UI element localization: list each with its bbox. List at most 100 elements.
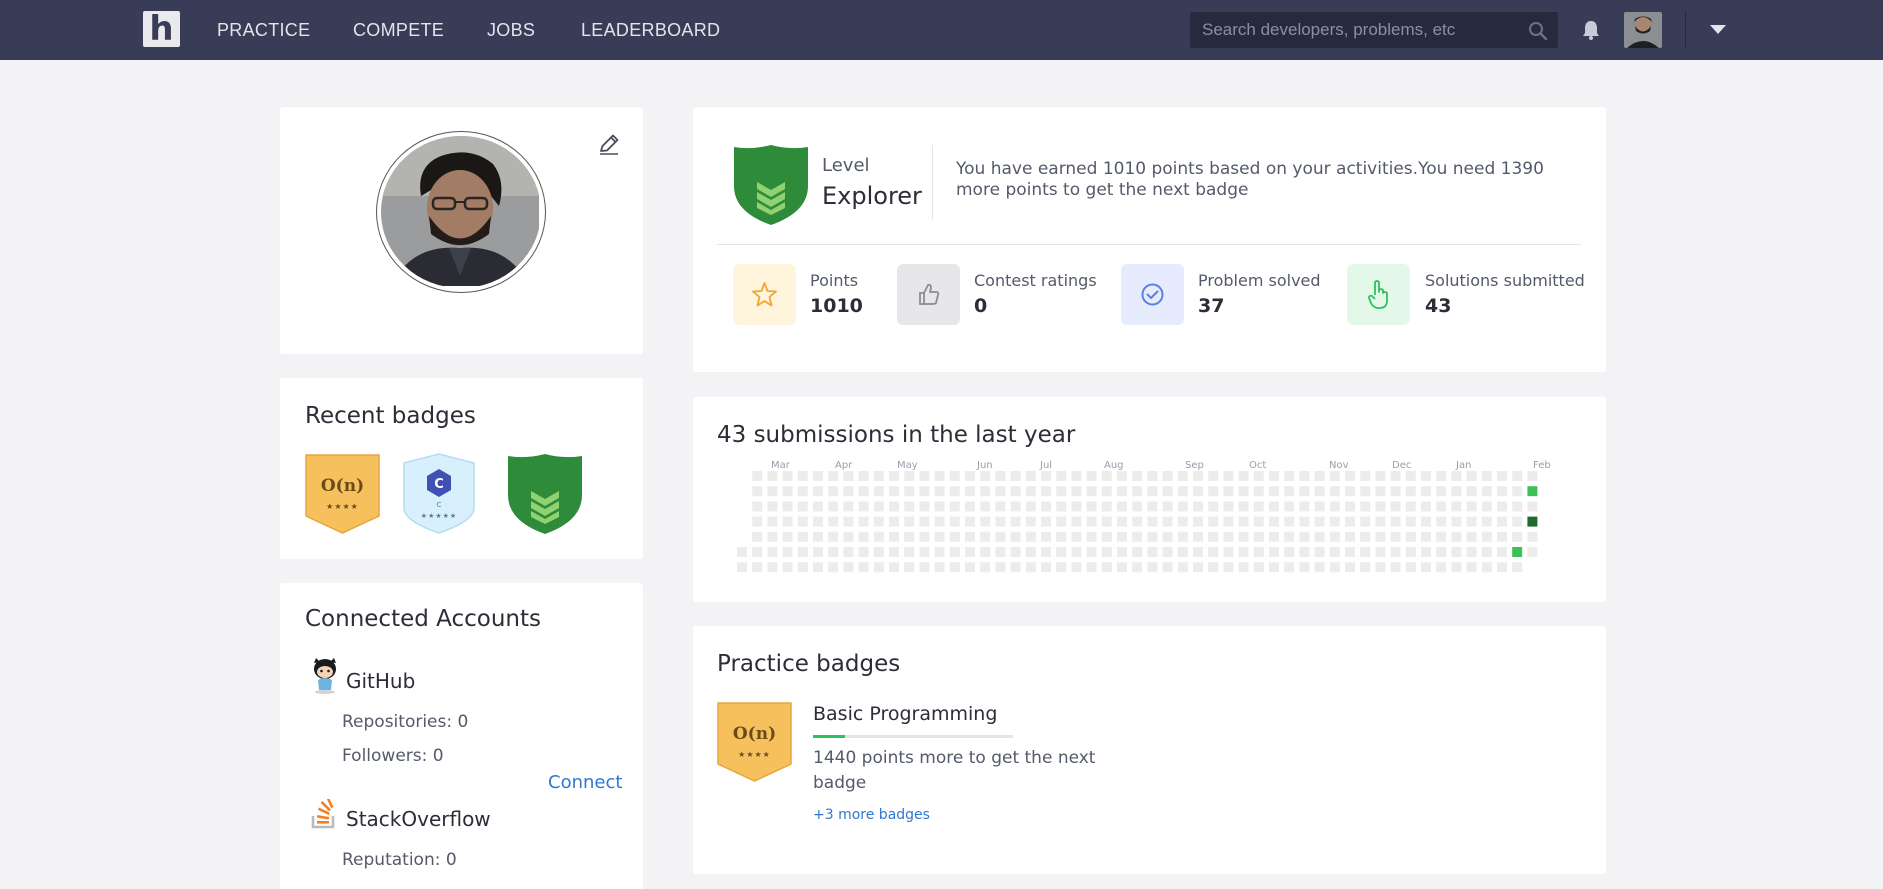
heatmap-cell: [1223, 547, 1234, 557]
o-n-badge-icon[interactable]: O(n) ★★★★: [717, 701, 792, 782]
heatmap-cell: [858, 471, 869, 481]
heatmap-cell: [1056, 486, 1067, 497]
heatmap-cell: [1299, 501, 1310, 512]
heatmap-cell: [1253, 501, 1264, 512]
github-repositories: Repositories: 0: [342, 712, 469, 732]
explorer-shield-icon: [734, 145, 808, 225]
heatmap-cell: [949, 562, 960, 573]
heatmap-cell: [782, 531, 793, 542]
nav-practice[interactable]: PRACTICE: [217, 18, 310, 42]
github-octocat-icon: [314, 658, 336, 694]
heatmap-cell: [1527, 501, 1538, 512]
heatmap-cell: [1314, 531, 1325, 542]
svg-text:★★★★: ★★★★: [326, 502, 359, 511]
heatmap-cell: [1253, 516, 1264, 527]
heatmap-cell: [995, 471, 1006, 481]
heatmap-cell: [1451, 501, 1462, 512]
heatmap-cell: [1481, 471, 1492, 481]
heatmap-cell: [1390, 547, 1401, 557]
heatmap-cell: [1101, 562, 1112, 573]
heatmap-cell: [1238, 531, 1249, 542]
search-icon[interactable]: [1528, 21, 1548, 41]
heatmap-cell: [828, 562, 839, 573]
heatmap-cell: [1162, 501, 1173, 512]
nav-leaderboard[interactable]: LEADERBOARD: [581, 18, 720, 42]
heatmap-cell: [919, 562, 930, 573]
contest-ratings-value: 0: [974, 295, 988, 317]
avatar[interactable]: [1624, 12, 1662, 48]
heatmap-cell: [1375, 486, 1386, 497]
profile-avatar: [376, 131, 546, 293]
c-badge-icon[interactable]: C C ★★★★★: [403, 453, 475, 534]
heatmap-cell: [1375, 531, 1386, 542]
heatmap-cell: [1299, 547, 1310, 557]
nav-jobs[interactable]: JOBS: [487, 18, 535, 42]
heatmap-cell: [1086, 471, 1097, 481]
practice-badge-description: 1440 points more to get the next badge: [813, 748, 1096, 793]
edit-icon[interactable]: [596, 131, 622, 157]
heatmap-cell: [1390, 486, 1401, 497]
bell-icon[interactable]: [1580, 19, 1602, 41]
heatmap-cell: [995, 486, 1006, 497]
solutions-submitted-label: Solutions submitted: [1425, 271, 1585, 290]
github-connect-link[interactable]: Connect: [548, 772, 622, 794]
svg-text:★★★★★: ★★★★★: [421, 512, 457, 520]
heatmap-cell: [1436, 516, 1447, 527]
contest-icon-box: [897, 264, 960, 325]
explorer-shield-icon[interactable]: [506, 453, 584, 535]
heatmap-cell: [1527, 486, 1538, 497]
level-divider-horizontal: [717, 244, 1581, 245]
level-label: Level: [822, 155, 870, 176]
heatmap-cell: [1101, 471, 1112, 481]
heatmap-cell: [1132, 501, 1143, 512]
heatmap-cell: [1421, 547, 1431, 557]
heatmap-cell: [1177, 516, 1188, 527]
nav-compete[interactable]: COMPETE: [353, 18, 444, 42]
heatmap-cell: [1147, 531, 1158, 542]
heatmap-cell: [1010, 516, 1021, 527]
heatmap-cell: [1253, 471, 1264, 481]
heatmap-cell: [1497, 486, 1507, 497]
heatmap-cell: [1177, 486, 1188, 497]
practice-badge-name[interactable]: Basic Programming: [813, 702, 997, 726]
heatmap-cell: [919, 531, 930, 542]
heatmap-cell: [919, 501, 930, 512]
o-n-badge-icon[interactable]: O(n) ★★★★: [305, 453, 380, 534]
heatmap-cell: [767, 531, 778, 542]
heatmap-cell: [1132, 531, 1143, 542]
heatmap-cell: [1117, 516, 1127, 527]
heatmap-cell: [1193, 547, 1203, 557]
heatmap-cell: [1375, 501, 1386, 512]
heatmap-cell: [1117, 547, 1127, 557]
heatmap-cell: [904, 486, 915, 497]
svg-text:C: C: [437, 501, 442, 509]
heatmap-cell: [1345, 547, 1355, 557]
heatmap-cell: [1481, 516, 1492, 527]
search-input[interactable]: [1202, 12, 1522, 48]
heatmap-cell: [980, 501, 991, 512]
heatmap-cell: [980, 516, 991, 527]
heatmap-cell: [889, 562, 899, 573]
heatmap-cell: [752, 531, 763, 542]
heatmap-cell: [1117, 471, 1127, 481]
heatmap-cell: [873, 516, 884, 527]
heatmap-cell: [1284, 516, 1295, 527]
heatmap-cell: [1193, 486, 1203, 497]
heatmap-cell: [995, 562, 1006, 573]
heatmap-cell: [843, 516, 854, 527]
heatmap-cell: [1086, 562, 1097, 573]
hand-pointer-icon: [1368, 280, 1388, 309]
heatmap-cell: [919, 471, 930, 481]
heatmap-cell: [1405, 501, 1416, 512]
more-badges-link[interactable]: +3 more badges: [813, 806, 930, 824]
heatmap-cell: [1101, 516, 1112, 527]
heatmap-cell: [1527, 531, 1538, 542]
heatmap-cell: [1238, 486, 1249, 497]
heatmap-cell: [1025, 486, 1036, 497]
heatmap-cell: [828, 531, 839, 542]
heatmap-cell: [934, 471, 945, 481]
heatmap-cell: [1025, 531, 1036, 542]
heatmap-cell: [1269, 471, 1279, 481]
hackerearth-logo[interactable]: h: [143, 11, 180, 47]
chevron-down-icon[interactable]: [1710, 25, 1726, 34]
